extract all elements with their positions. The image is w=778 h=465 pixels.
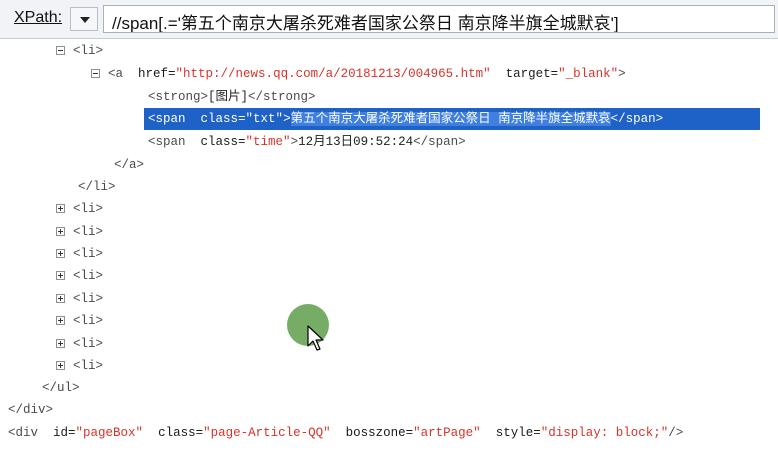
xpath-query-input[interactable]: //span[.='第五个南京大屠杀死难者国家公祭日 南京降半旗全城默哀'] — [103, 5, 775, 33]
tag-li-open: <li> — [73, 269, 104, 283]
tag-a-gt: > — [618, 67, 626, 81]
attr-style: style= — [495, 426, 541, 440]
tree-row-li-collapsed[interactable]: <li> — [56, 355, 103, 377]
tag-div-open: <div — [8, 426, 39, 440]
tag-li-open: <li> — [73, 44, 104, 58]
strong-text: [图片] — [208, 90, 249, 104]
expand-icon[interactable] — [56, 339, 65, 349]
tag-span-gt: > — [290, 135, 299, 149]
expand-icon[interactable] — [56, 227, 65, 237]
tree-row-li[interactable]: <li> — [56, 40, 103, 62]
attr-id-value: "pageBox" — [75, 426, 144, 440]
tag-li-open: <li> — [73, 314, 104, 328]
dropdown-arrow-icon — [80, 17, 90, 23]
tree-row-div-pagebox[interactable]: <div id="pageBox" class="page-Article-QQ… — [8, 422, 683, 444]
tag-span-gt: > — [283, 112, 291, 126]
tag-span-close: </span> — [413, 135, 466, 149]
attr-target: target= — [505, 67, 559, 81]
tree-row-li-close[interactable]: </li> — [78, 176, 116, 198]
attr-class: class= — [200, 112, 246, 126]
tree-row-span-time[interactable]: <span class="time">12月13日09:52:24</span> — [148, 131, 466, 153]
tag-a-close: </a> — [114, 158, 145, 172]
tag-span-open: <span — [148, 112, 186, 126]
attr-class-value: "time" — [245, 135, 291, 149]
attr-bosszone-value: "artPage" — [413, 426, 481, 440]
expand-icon[interactable] — [56, 294, 65, 304]
tag-li-open: <li> — [73, 337, 104, 351]
attr-class-value: "txt" — [245, 112, 284, 126]
attr-href: href= — [138, 67, 176, 81]
expand-icon[interactable] — [56, 204, 65, 214]
tree-row-li-collapsed[interactable]: <li> — [56, 310, 103, 332]
matched-text: 第五个南京大屠杀死难者国家公祭日 南京降半旗全城默哀 — [290, 112, 611, 126]
tag-li-close: </li> — [78, 180, 116, 194]
tree-row-ul-close[interactable]: </ul> — [42, 377, 80, 399]
tag-li-open: <li> — [73, 225, 104, 239]
tag-div-close: </div> — [8, 403, 54, 417]
tag-li-open: <li> — [73, 292, 104, 306]
tree-row-li-collapsed[interactable]: <li> — [56, 265, 103, 287]
tag-li-open: <li> — [73, 359, 104, 373]
tree-row-li-collapsed[interactable]: <li> — [56, 198, 103, 220]
tag-a-open: <a — [108, 67, 124, 81]
tag-strong-close: </strong> — [248, 90, 316, 104]
attr-id: id= — [53, 426, 76, 440]
tag-ul-close: </ul> — [42, 381, 80, 395]
tree-row-li-collapsed[interactable]: <li> — [56, 221, 103, 243]
tag-span-close: </span> — [610, 112, 664, 126]
tree-row-a-close[interactable]: </a> — [114, 154, 144, 176]
xpath-label-text: XPath: — [14, 9, 63, 26]
attr-href-value: "http://news.qq.com/a/20181213/004965.ht… — [175, 67, 491, 81]
tag-li-open: <li> — [73, 247, 104, 261]
tree-row-li-collapsed[interactable]: <li> — [56, 288, 103, 310]
collapse-icon[interactable] — [91, 69, 100, 79]
xpath-toolbar: XPath: //span[.='第五个南京大屠杀死难者国家公祭日 南京降半旗全… — [0, 0, 778, 39]
expand-icon[interactable] — [56, 249, 65, 259]
expand-icon[interactable] — [56, 316, 65, 326]
expand-icon[interactable] — [56, 361, 65, 371]
attr-style-value: "display: block;" — [540, 426, 669, 440]
attr-class: class= — [200, 135, 246, 149]
tag-strong-open: <strong> — [148, 90, 209, 104]
attr-target-value: "_blank" — [558, 67, 619, 81]
collapse-icon[interactable] — [56, 46, 65, 56]
tree-row-span-txt-selected[interactable]: <span class="txt">第五个南京大屠杀死难者国家公祭日 南京降半旗… — [144, 108, 760, 130]
tree-row-li-collapsed[interactable]: <li> — [56, 243, 103, 265]
attr-class: class= — [158, 426, 204, 440]
attr-class-value: "page-Article-QQ" — [203, 426, 331, 440]
xpath-history-dropdown-button[interactable] — [70, 7, 98, 31]
expand-icon[interactable] — [56, 271, 65, 281]
tree-row-li-collapsed[interactable]: <li> — [56, 333, 103, 355]
tag-div-selfclose: /> — [668, 426, 684, 440]
tree-row-div-close[interactable]: </div> — [8, 399, 53, 421]
tag-li-open: <li> — [73, 202, 104, 216]
tree-row-strong[interactable]: <strong>[图片]</strong> — [148, 86, 316, 108]
time-text: 12月13日09:52:24 — [298, 135, 414, 149]
tag-span-open: <span — [148, 135, 186, 149]
xpath-label: XPath: — [14, 9, 62, 27]
tree-row-a[interactable]: <a href="http://news.qq.com/a/20181213/0… — [91, 63, 626, 85]
attr-bosszone: bosszone= — [345, 426, 414, 440]
mouse-cursor-icon — [307, 325, 324, 351]
